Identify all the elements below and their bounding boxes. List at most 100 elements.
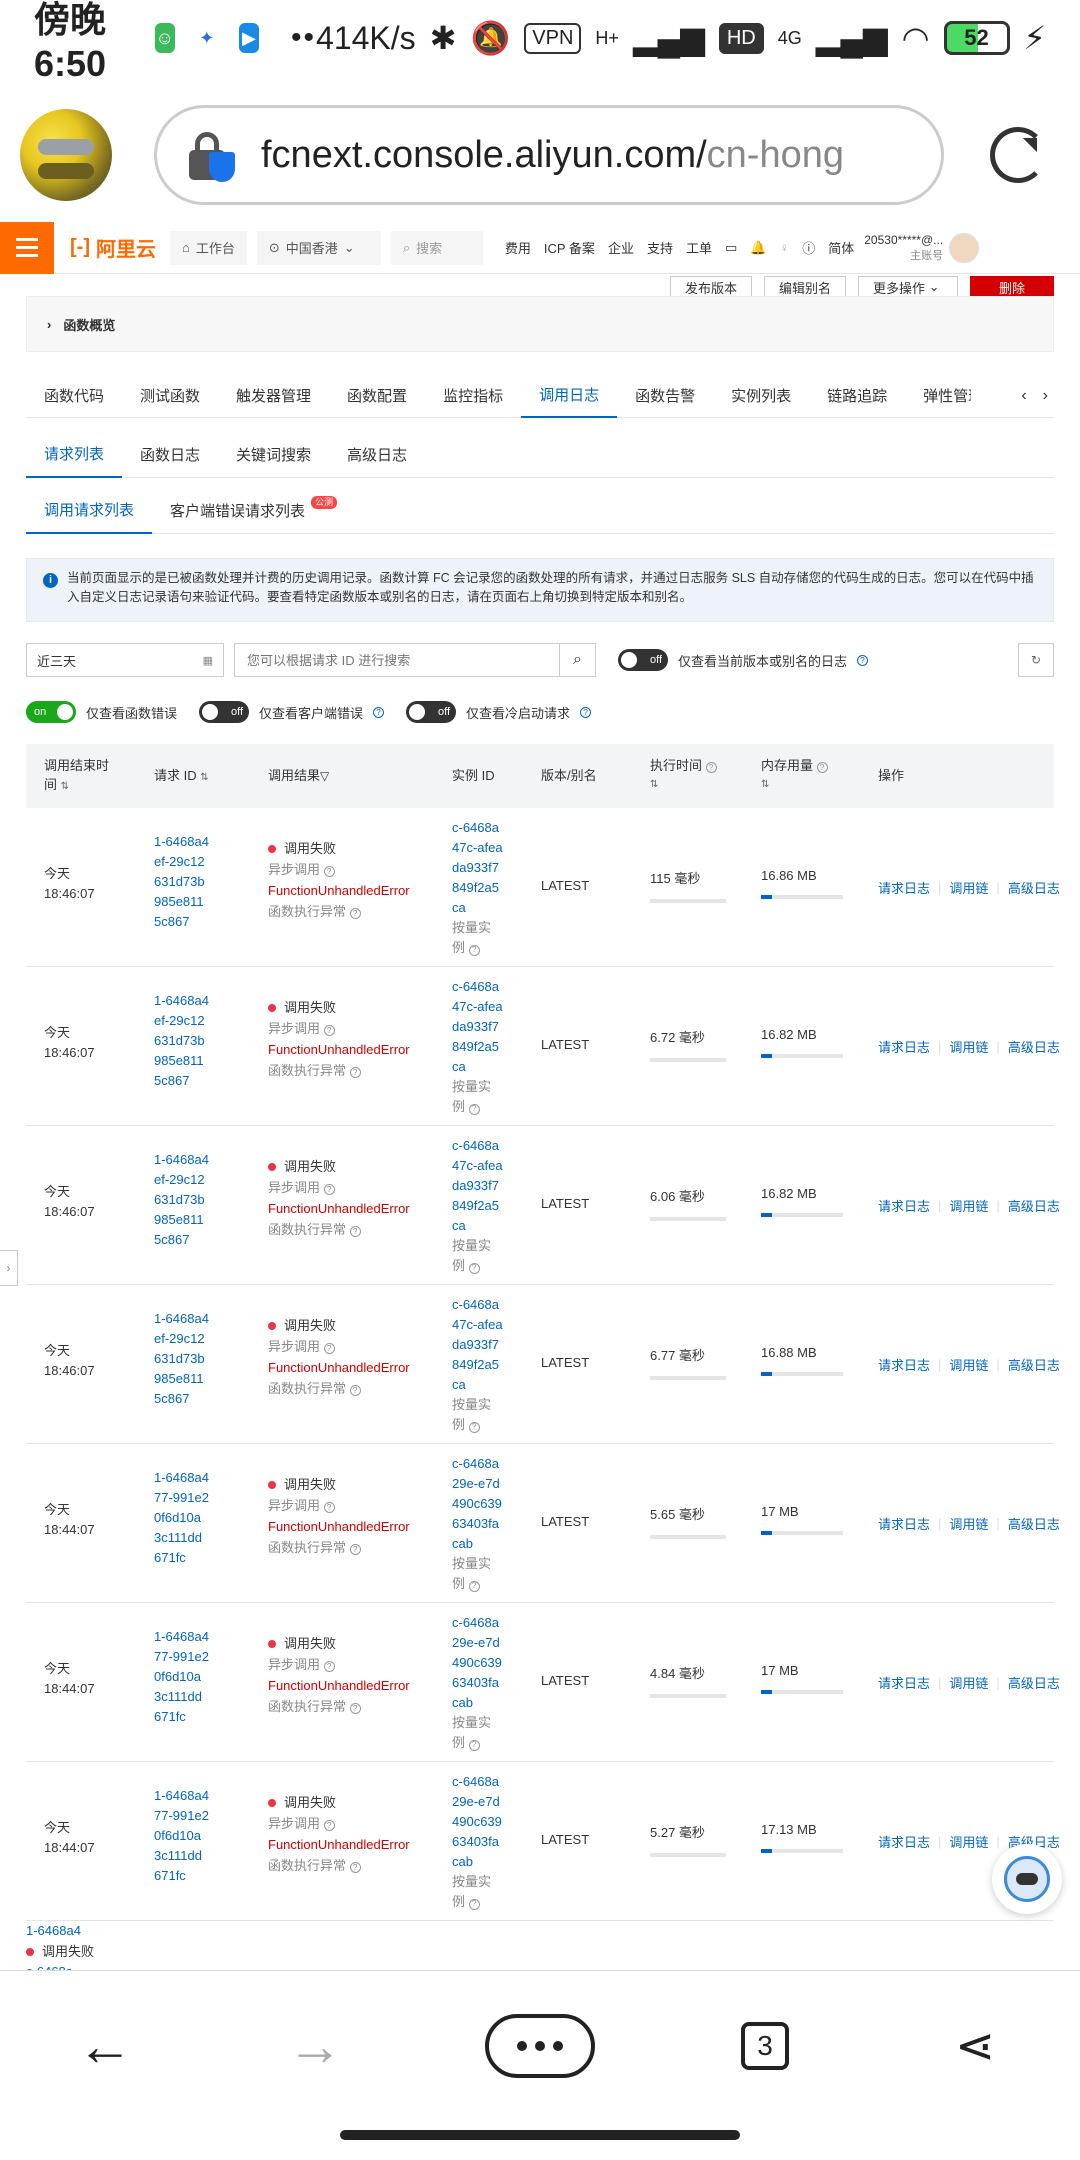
help-icon[interactable]: ? <box>349 908 361 919</box>
link-billing[interactable]: 费用 <box>505 238 531 257</box>
tab-triggers[interactable]: 触发器管理 <box>218 374 329 418</box>
side-expand-handle[interactable]: › <box>0 1250 18 1286</box>
search-button[interactable]: ⌕ <box>559 644 595 676</box>
filter-icon[interactable]: ▽ <box>320 769 329 783</box>
lock-shield-icon[interactable] <box>187 130 237 182</box>
help-icon[interactable]: ? <box>468 944 480 956</box>
help-icon[interactable]: ? <box>323 1661 335 1672</box>
header-search[interactable]: ⌕ 搜索 <box>390 230 483 265</box>
link-icp[interactable]: ICP 备案 <box>544 238 595 257</box>
help-icon[interactable]: ? <box>468 1739 480 1751</box>
tab-tracing[interactable]: 链路追踪 <box>809 374 905 418</box>
trace-link[interactable]: 调用链 <box>949 1832 988 1851</box>
tab-elastic[interactable]: 弹性管理 <box>905 374 971 418</box>
request-id-input[interactable] <box>235 644 559 676</box>
request-id[interactable]: 1-6468a4 ef-29c12 631d73b 985e811 5c867 <box>154 832 220 932</box>
th-request-id[interactable]: 请求 ID ⇅ <box>154 766 209 787</box>
link-enterprise[interactable]: 企业 <box>608 238 634 257</box>
help-icon[interactable]: ? <box>349 1544 361 1555</box>
help-icon[interactable]: ? <box>468 1898 480 1910</box>
assistant-bot-button[interactable] <box>992 1844 1062 1914</box>
advanced-log-link[interactable]: 高级日志 <box>1008 878 1060 897</box>
advanced-log-link[interactable]: 高级日志 <box>1008 1196 1060 1215</box>
date-range-select[interactable]: 近三天 ▦ <box>26 643 224 677</box>
sort-icon[interactable]: ⇅ <box>650 775 717 794</box>
delete-button[interactable]: 删除 <box>970 276 1054 298</box>
subtab-client-errors[interactable]: 客户端错误请求列表 公测 <box>152 488 338 534</box>
forward-arrow-icon[interactable]: → <box>275 2006 355 2086</box>
back-arrow-icon[interactable]: ← <box>65 2006 145 2086</box>
tab-config[interactable]: 函数配置 <box>329 374 425 418</box>
subtab-requests[interactable]: 请求列表 <box>26 432 123 478</box>
tab-test[interactable]: 测试函数 <box>122 374 218 418</box>
trace-link[interactable]: 调用链 <box>949 1514 988 1533</box>
chevron-left-icon[interactable]: ‹ <box>1021 387 1026 405</box>
th-result[interactable]: 调用结果▽ <box>268 766 329 786</box>
address-bar[interactable]: fcnext.console.aliyun.com/cn-hong <box>154 105 944 205</box>
help-icon[interactable]: ? <box>323 1025 335 1036</box>
publish-version-button[interactable]: 发布版本 <box>669 276 752 298</box>
help-icon[interactable]: ? <box>323 1502 335 1513</box>
request-log-link[interactable]: 请求日志 <box>878 1196 930 1215</box>
help-icon[interactable]: ? <box>816 762 828 773</box>
request-id[interactable]: 1-6468a4 ef-29c12 631d73b 985e811 5c867 <box>154 1309 220 1409</box>
request-log-link[interactable]: 请求日志 <box>878 878 930 897</box>
instance-id[interactable]: c-6468a 47c-afea da933f7 849f2a5 ca 按量实 例 ? <box>452 818 512 958</box>
help-icon[interactable]: ? <box>580 706 592 718</box>
subtab-function-logs[interactable]: 函数日志 <box>122 432 218 478</box>
advanced-log-link[interactable]: 高级日志 <box>1008 1673 1060 1692</box>
help-icon[interactable]: ? <box>349 1226 361 1237</box>
share-icon[interactable]: ⋖ <box>935 2006 1015 2086</box>
profile-avatar[interactable] <box>20 109 112 201</box>
lightbulb-icon[interactable]: ♀ <box>779 240 789 255</box>
help-icon[interactable]: ? <box>323 1343 335 1354</box>
tab-logs[interactable]: 调用日志 <box>521 374 618 418</box>
client-error-switch[interactable]: off <box>199 701 250 723</box>
th-memory[interactable]: 内存用量 ? ⇅ <box>761 756 828 794</box>
edit-alias-button[interactable]: 编辑别名 <box>763 276 846 298</box>
th-exec-time[interactable]: 执行时间 ? ⇅ <box>650 756 717 794</box>
help-icon[interactable]: ? <box>468 1421 480 1433</box>
instance-id[interactable]: c-6468a 29e-e7d 490c639 63403fa cab 按量实 例 ? <box>452 1454 512 1594</box>
cold-start-switch[interactable]: off <box>406 701 457 723</box>
version-switch[interactable]: off <box>618 649 668 671</box>
more-actions-button[interactable]: 更多操作 ⌄ <box>858 276 958 298</box>
sort-icon[interactable]: ⇅ <box>200 772 208 783</box>
request-log-link[interactable]: 请求日志 <box>878 1037 930 1056</box>
help-icon[interactable]: ? <box>373 706 385 718</box>
request-id[interactable]: 1-6468a4 77-991e2 0f6d10a 3c111dd 671fc <box>154 1627 220 1727</box>
help-icon[interactable]: ? <box>468 1103 480 1115</box>
request-id[interactable]: 1-6468a4 ef-29c12 631d73b 985e811 5c867 <box>154 991 220 1091</box>
tab-alerts[interactable]: 函数告警 <box>617 374 713 418</box>
more-menu-button[interactable] <box>485 2013 595 2078</box>
trace-link[interactable]: 调用链 <box>949 1196 988 1215</box>
instance-id[interactable]: c-6468a 47c-afea da933f7 849f2a5 ca 按量实 例 ? <box>452 1136 512 1276</box>
workbench-button[interactable]: ⌂ 工作台 <box>169 230 247 265</box>
advanced-log-link[interactable]: 高级日志 <box>1008 1355 1060 1374</box>
cloud-shell-icon[interactable]: ▭ <box>725 240 737 256</box>
subtab-advanced-logs[interactable]: 高级日志 <box>329 432 425 478</box>
subtab-keyword-search[interactable]: 关键词搜索 <box>218 432 329 478</box>
help-icon[interactable]: ? <box>323 866 335 877</box>
request-log-link[interactable]: 请求日志 <box>878 1832 930 1851</box>
sort-icon[interactable]: ⇅ <box>761 775 828 794</box>
tab-metrics[interactable]: 监控指标 <box>425 374 521 418</box>
instance-id[interactable]: c-6468a 47c-afea da933f7 849f2a5 ca 按量实 例 ? <box>452 977 512 1117</box>
func-error-switch[interactable]: on <box>26 701 76 723</box>
trace-link[interactable]: 调用链 <box>949 878 988 897</box>
request-id[interactable]: 1-6468a4 77-991e2 0f6d10a 3c111dd 671fc <box>154 1786 220 1886</box>
help-icon[interactable]: ? <box>468 1262 480 1274</box>
trace-link[interactable]: 调用链 <box>949 1355 988 1374</box>
language-switch[interactable]: 简体 <box>828 238 854 257</box>
tab-instances[interactable]: 实例列表 <box>713 374 809 418</box>
help-icon[interactable]: ? <box>349 1862 361 1873</box>
help-icon[interactable]: ⓘ <box>802 238 815 257</box>
refresh-button[interactable]: ↻ <box>1018 643 1054 677</box>
help-icon[interactable]: ? <box>468 1580 480 1592</box>
advanced-log-link[interactable]: 高级日志 <box>1008 1037 1060 1056</box>
menu-icon[interactable] <box>0 221 54 274</box>
sort-icon[interactable]: ⇅ <box>61 781 69 792</box>
tab-code[interactable]: 函数代码 <box>26 374 122 418</box>
instance-id[interactable]: c-6468a 47c-afea da933f7 849f2a5 ca 按量实 例 ? <box>452 1295 512 1435</box>
help-icon[interactable]: ? <box>705 762 717 773</box>
